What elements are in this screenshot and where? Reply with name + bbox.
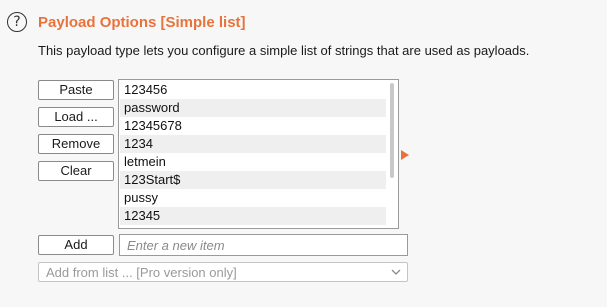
new-item-input[interactable] (119, 234, 408, 256)
payload-list-scrollbar[interactable] (387, 81, 397, 227)
payload-list-item[interactable]: 12345678 (120, 117, 386, 135)
payload-list-item[interactable]: 123Start$ (120, 171, 386, 189)
payload-list-item[interactable]: dragon (120, 225, 386, 228)
scrollbar-thumb[interactable] (390, 83, 394, 178)
paste-button[interactable]: Paste (38, 80, 114, 100)
help-icon[interactable]: ? (7, 12, 27, 32)
payload-list-item[interactable]: 12345 (120, 207, 386, 225)
section-title: Payload Options [Simple list] (38, 14, 246, 31)
payload-list-item[interactable]: password (120, 99, 386, 117)
payload-list-item[interactable]: letmein (120, 153, 386, 171)
add-from-list-label: Add from list ... [Pro version only] (46, 265, 237, 280)
section-description: This payload type lets you configure a s… (38, 43, 530, 58)
clear-button[interactable]: Clear (38, 161, 114, 181)
add-button[interactable]: Add (38, 235, 114, 255)
remove-button[interactable]: Remove (38, 134, 114, 154)
payload-list-item[interactable]: 123456 (120, 81, 386, 99)
arrow-right-icon (401, 150, 409, 160)
load-button[interactable]: Load ... (38, 107, 114, 127)
payload-list[interactable]: 123456 password 12345678 1234 letmein 123Star… (118, 79, 399, 229)
payload-list-items: 123456 password 12345678 1234 letmein 123Star… (120, 81, 386, 228)
payload-list-item[interactable]: pussy (120, 189, 386, 207)
chevron-down-icon (391, 269, 401, 275)
add-from-list-select[interactable]: Add from list ... [Pro version only] (38, 262, 408, 282)
payload-list-item[interactable]: 1234 (120, 135, 386, 153)
